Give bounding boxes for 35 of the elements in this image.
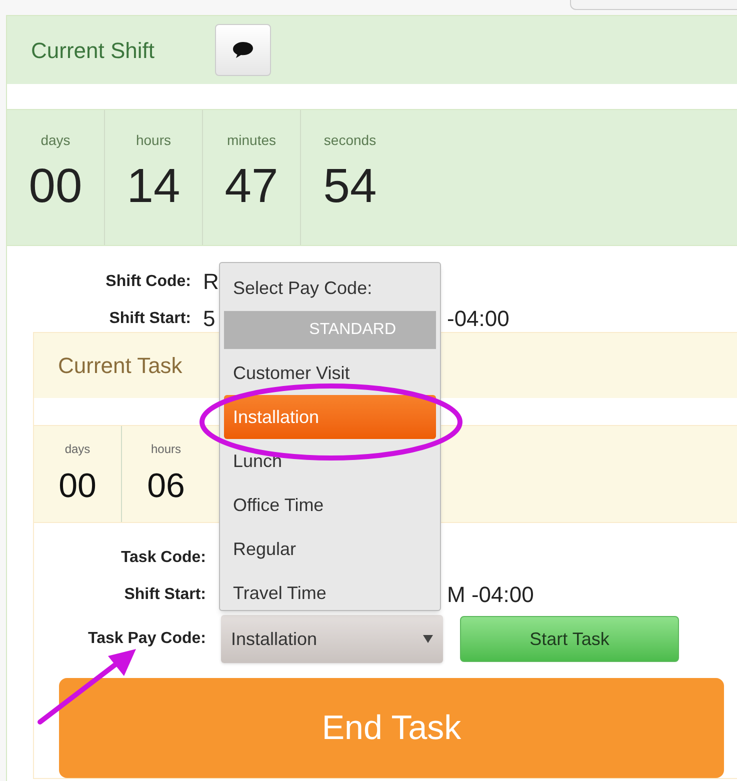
field-value: R — [203, 269, 219, 294]
pay-code-select[interactable]: Installation — [221, 615, 443, 663]
field-value: M -04:00 — [447, 581, 534, 609]
caret-icon — [423, 635, 433, 643]
timer-unit-label: seconds — [324, 131, 376, 150]
comment-button[interactable] — [215, 24, 271, 76]
timer-unit-label: hours — [136, 131, 172, 150]
field-value: 5 — [203, 306, 216, 331]
menu-option[interactable]: Customer Visit — [224, 351, 436, 395]
timer-value: 54 — [323, 159, 377, 215]
field-label: Shift Start: — [108, 308, 191, 328]
panel-title: Current Shift — [31, 36, 156, 64]
menu-title: Select Pay Code: — [232, 277, 374, 300]
field-label: Task Code: — [120, 548, 206, 568]
field-value: -04:00 — [447, 305, 510, 333]
field-label: Task Pay Code: — [87, 629, 206, 649]
timer-value: 00 — [28, 159, 82, 215]
menu-option[interactable]: Regular — [224, 527, 436, 571]
field-label: Shift Code: — [104, 272, 191, 292]
timer-unit-label: hours — [150, 441, 182, 458]
panel-title: Current Task — [58, 352, 184, 380]
timer-value: 06 — [147, 466, 185, 506]
start-task-button[interactable]: Start Task — [460, 616, 679, 662]
timer-value: 00 — [58, 466, 96, 506]
field-label: Shift Start: — [123, 584, 206, 604]
speech-bubble-icon — [232, 41, 254, 59]
timer-unit-label: days — [64, 441, 90, 458]
option-group-header: STANDARD — [224, 311, 436, 349]
menu-option[interactable]: Lunch — [224, 439, 436, 483]
timer-value: 47 — [224, 159, 278, 215]
timer-unit-label: minutes — [226, 131, 276, 150]
menu-option[interactable]: Office Time — [224, 483, 436, 527]
menu-option[interactable]: Travel Time — [224, 571, 436, 615]
timer-value: 14 — [126, 159, 180, 215]
timer-unit-label: days — [40, 131, 70, 150]
